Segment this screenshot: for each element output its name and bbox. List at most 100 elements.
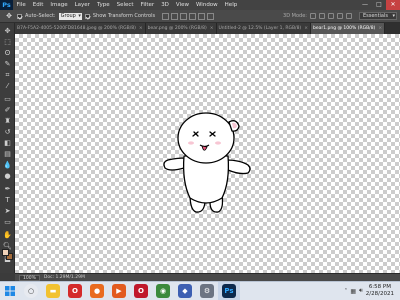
chevron-up-icon[interactable]: ˄	[344, 288, 347, 295]
options-bar: ✥ Auto-Select: Group Show Transform Cont…	[0, 10, 400, 23]
menu-file[interactable]: File	[13, 0, 29, 10]
taskbar-search-button[interactable]: ○	[20, 282, 42, 300]
hand-tool-icon[interactable]: ✋	[2, 231, 13, 240]
settings-icon: ⚙	[200, 284, 214, 298]
taskbar-opera-gx-button[interactable]: O	[130, 282, 152, 300]
clock[interactable]: 6:58 PM 2/28/2021	[366, 284, 394, 298]
network-icon[interactable]: ▦	[350, 288, 356, 295]
menu-image[interactable]: Image	[47, 0, 71, 10]
align-right-icon[interactable]	[207, 12, 215, 20]
tab-document-1[interactable]: B7A-F5A2-4005-5200FD81648.jpeg @ 200% (R…	[15, 23, 146, 34]
bear-character-image	[163, 112, 251, 213]
show-transform-checkbox[interactable]	[84, 13, 90, 19]
move-tool-icon[interactable]: ✥	[2, 27, 13, 36]
type-tool-icon[interactable]: T	[2, 196, 13, 205]
healing-brush-tool-icon[interactable]: ▭	[2, 95, 13, 104]
3d-scale-icon[interactable]	[345, 13, 352, 19]
align-bottom-icon[interactable]	[180, 12, 188, 20]
auto-select-dropdown[interactable]: Group	[58, 12, 82, 20]
menu-view[interactable]: View	[172, 0, 192, 10]
show-transform-label: Show Transform Controls	[92, 13, 156, 19]
start-button[interactable]	[0, 282, 20, 300]
menu-edit[interactable]: Edit	[29, 0, 47, 10]
menu-bar: Ps File Edit Image Layer Type Select Fil…	[0, 0, 400, 10]
taskbar-firefox-button[interactable]: ●	[86, 282, 108, 300]
move-tool-preset-icon[interactable]: ✥	[4, 12, 14, 21]
align-top-icon[interactable]	[162, 12, 170, 20]
taskbar-file-explorer-button[interactable]: ▬	[42, 282, 64, 300]
clock-time: 6:58 PM	[368, 284, 391, 290]
opera-icon: O	[68, 284, 82, 298]
tab-document-2[interactable]: bear.png @ 200% (RGB/8) ×	[145, 23, 217, 34]
tools-panel: ✥ ⬚ ʘ ✎ ⌗ ⁄ ▭ ✐ ♜ ↺ ◧ ▤ 💧 ● ✒ T ➤ ▭ ✋ 🔍︎…	[0, 23, 15, 273]
document-canvas[interactable]	[15, 34, 400, 273]
history-brush-tool-icon[interactable]: ↺	[2, 128, 13, 137]
taskbar-media-player-button[interactable]: ▶	[108, 282, 130, 300]
volume-icon[interactable]: 🔊︎	[359, 287, 363, 295]
taskbar-apps: ○ ▬ O ● ▶ O ◉ ◆ ⚙ Ps	[20, 281, 240, 300]
maximize-button[interactable]: □	[372, 0, 386, 10]
media-player-icon: ▶	[112, 284, 126, 298]
zoom-level-field[interactable]: 100%	[19, 274, 40, 281]
taskbar-photoshop-button[interactable]: Ps	[218, 281, 240, 300]
taskbar-settings-button[interactable]: ⚙	[196, 282, 218, 300]
blur-tool-icon[interactable]: 💧	[2, 161, 13, 170]
window-controls: — □ ✕	[358, 0, 400, 10]
taskbar-opera-button[interactable]: O	[64, 282, 86, 300]
close-icon[interactable]: ×	[304, 26, 308, 31]
photoshop-icon: Ps	[222, 284, 236, 298]
tab-label: bear.png @ 200% (RGB/8)	[147, 26, 207, 31]
align-middle-icon[interactable]	[171, 12, 179, 20]
menu-window[interactable]: Window	[192, 0, 221, 10]
menu-help[interactable]: Help	[221, 0, 241, 10]
quick-select-tool-icon[interactable]: ✎	[2, 60, 13, 69]
search-icon: ○	[24, 284, 38, 298]
menu-select[interactable]: Select	[113, 0, 137, 10]
3d-drag-icon[interactable]	[327, 13, 334, 19]
menu-type[interactable]: Type	[93, 0, 113, 10]
close-icon[interactable]: ×	[378, 26, 382, 31]
tab-document-3[interactable]: Untitled-2 @ 12.5% (Layer 1, RGB/8) ×	[216, 23, 311, 34]
firefox-icon: ●	[90, 284, 104, 298]
eraser-tool-icon[interactable]: ◧	[2, 139, 13, 148]
3d-roll-icon[interactable]	[318, 13, 325, 19]
eyedropper-tool-icon[interactable]: ⁄	[2, 82, 13, 91]
windows-logo-icon	[5, 286, 15, 296]
taskbar-chrome-button[interactable]: ◉	[152, 282, 174, 300]
menu-layer[interactable]: Layer	[71, 0, 93, 10]
pen-tool-icon[interactable]: ✒	[2, 185, 13, 194]
clone-stamp-tool-icon[interactable]: ♜	[2, 117, 13, 126]
dodge-tool-icon[interactable]: ●	[2, 172, 13, 181]
crop-tool-icon[interactable]: ⌗	[2, 71, 13, 80]
marquee-tool-icon[interactable]: ⬚	[2, 38, 13, 47]
auto-select-checkbox[interactable]	[17, 13, 22, 19]
close-icon[interactable]: ×	[210, 26, 214, 31]
document-info[interactable]: Doc: 1.29M/1.29M	[44, 275, 85, 280]
align-buttons	[162, 12, 215, 20]
3d-rotate-icon[interactable]	[309, 13, 316, 19]
workspace-dropdown[interactable]: Essentials	[358, 12, 397, 20]
rectangle-tool-icon[interactable]: ▭	[2, 218, 13, 227]
auto-select-label: Auto-Select:	[25, 13, 56, 19]
status-bar: 100% Doc: 1.29M/1.29M	[15, 273, 400, 281]
file-explorer-icon: ▬	[46, 284, 60, 298]
close-button[interactable]: ✕	[386, 0, 400, 10]
tab-document-4[interactable]: bear1.png @ 100% (RGB/8) ×	[310, 23, 386, 34]
windows-taskbar: ○ ▬ O ● ▶ O ◉ ◆ ⚙ Ps ˄ ▦ 🔊︎ 6:58 PM 2/28/2021	[0, 281, 400, 300]
close-icon[interactable]: ×	[139, 26, 143, 31]
align-left-icon[interactable]	[189, 12, 197, 20]
taskbar-app-b-button[interactable]: ◆	[174, 282, 196, 300]
menu-3d[interactable]: 3D	[158, 0, 173, 10]
system-tray: ˄ ▦ 🔊︎ 6:58 PM 2/28/2021	[344, 282, 400, 300]
lasso-tool-icon[interactable]: ʘ	[2, 49, 13, 58]
app-b-icon: ◆	[178, 284, 192, 298]
3d-slide-icon[interactable]	[336, 13, 343, 19]
align-center-icon[interactable]	[198, 12, 206, 20]
path-selection-tool-icon[interactable]: ➤	[2, 207, 13, 216]
tab-label: Untitled-2 @ 12.5% (Layer 1, RGB/8)	[218, 26, 302, 31]
minimize-button[interactable]: —	[358, 0, 372, 10]
gradient-tool-icon[interactable]: ▤	[2, 150, 13, 159]
brush-tool-icon[interactable]: ✐	[2, 106, 13, 115]
menu-filter[interactable]: Filter	[137, 0, 158, 10]
foreground-color-swatch[interactable]	[2, 249, 9, 256]
